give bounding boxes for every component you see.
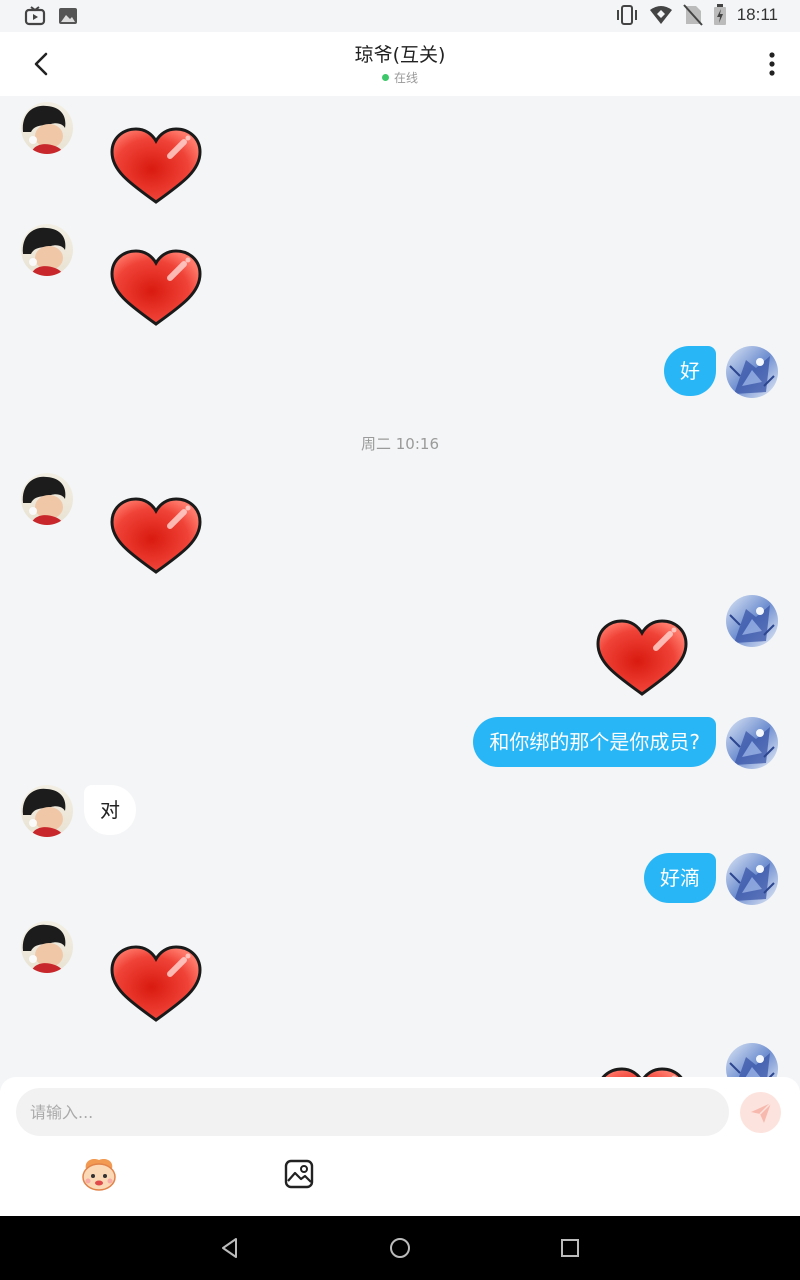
status-bar: 18:11 (0, 0, 800, 32)
heart-sticker[interactable] (108, 944, 204, 1024)
heart-sticker[interactable] (594, 618, 690, 698)
title-area: 琼爷(互关) 在线 (0, 40, 800, 86)
message-composer (0, 1077, 800, 1216)
my-message-bubble[interactable]: 好滴 (644, 853, 716, 903)
heart-sticker[interactable] (108, 496, 204, 576)
more-vertical-icon[interactable] (766, 50, 778, 78)
contact-avatar[interactable] (21, 473, 73, 525)
online-status-label: 在线 (393, 71, 418, 85)
chat-header: 琼爷(互关) 在线 (0, 32, 800, 96)
nav-home-icon[interactable] (388, 1236, 412, 1260)
contact-message-bubble[interactable]: 对 (84, 785, 136, 835)
online-status: 在线 (0, 69, 800, 86)
my-avatar[interactable] (726, 346, 778, 398)
contact-avatar[interactable] (21, 102, 73, 154)
no-sim-icon (682, 4, 703, 26)
contact-avatar[interactable] (21, 785, 73, 837)
my-avatar[interactable] (726, 717, 778, 769)
clock: 18:11 (736, 5, 778, 24)
send-icon (750, 1101, 772, 1123)
heart-sticker[interactable] (108, 248, 204, 328)
contact-avatar[interactable] (21, 921, 73, 973)
nav-back-icon[interactable] (218, 1236, 242, 1260)
vibrate-icon (616, 5, 637, 25)
heart-sticker[interactable] (108, 126, 204, 206)
emoji-sticker-icon[interactable] (80, 1157, 118, 1191)
contact-avatar[interactable] (21, 224, 73, 276)
my-avatar[interactable] (726, 1043, 778, 1077)
my-avatar[interactable] (726, 595, 778, 647)
my-avatar[interactable] (726, 853, 778, 905)
my-message-bubble[interactable]: 好 (664, 346, 716, 396)
image-icon (59, 8, 77, 24)
my-message-bubble[interactable]: 和你绑的那个是你成员? (473, 717, 716, 767)
send-button[interactable] (740, 1092, 781, 1133)
contact-name: 琼爷(互关) (354, 44, 446, 66)
tv-icon (24, 6, 46, 26)
image-picker-icon[interactable] (284, 1159, 314, 1189)
system-nav-bar (0, 1216, 800, 1280)
battery-icon (713, 4, 726, 25)
message-list[interactable]: 好 周二 10:16 和你绑的那个是你成员? 对 好滴 (0, 96, 800, 1077)
online-dot-icon (381, 74, 389, 81)
message-input[interactable] (16, 1088, 729, 1136)
heart-sticker[interactable] (594, 1066, 690, 1077)
nav-recents-icon[interactable] (558, 1236, 582, 1260)
message-timestamp: 周二 10:16 (361, 435, 439, 453)
wifi-icon (649, 6, 672, 24)
